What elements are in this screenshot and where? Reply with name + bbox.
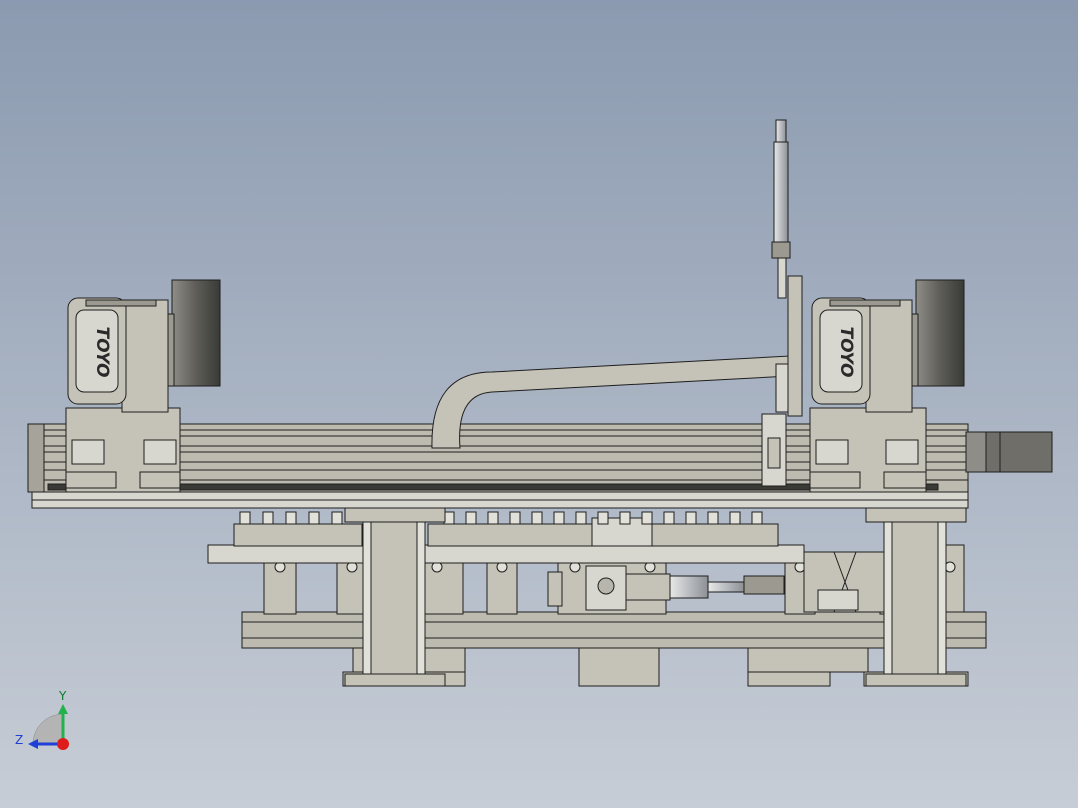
triad-x-axis-dot bbox=[57, 738, 69, 750]
fixture-post bbox=[707, 511, 719, 525]
assembly-drawing: TOYO TOYO Y Z bbox=[0, 0, 1078, 808]
cad-viewport[interactable]: TOYO TOYO Y Z bbox=[0, 0, 1078, 808]
fixture-post bbox=[331, 511, 343, 525]
fixture-post bbox=[729, 511, 741, 525]
fixture-post bbox=[663, 511, 675, 525]
index-table-plate bbox=[207, 517, 805, 564]
carriage-right bbox=[809, 407, 927, 493]
motor-logo-right: TOYO bbox=[836, 327, 856, 378]
fixture-post bbox=[597, 511, 609, 525]
fixture-post bbox=[262, 511, 274, 525]
fixture-post bbox=[308, 511, 320, 525]
triad-z-label: Z bbox=[15, 733, 23, 747]
fixture-post bbox=[285, 511, 297, 525]
fixture-post bbox=[531, 511, 543, 525]
fixture-post bbox=[553, 511, 565, 525]
fixture-post bbox=[685, 511, 697, 525]
fixture-post bbox=[751, 511, 763, 525]
fixture-post bbox=[239, 511, 251, 525]
carriage-left bbox=[65, 407, 181, 493]
fixture-post bbox=[487, 511, 499, 525]
triad-y-label: Y bbox=[58, 689, 67, 703]
fixture-post bbox=[641, 511, 653, 525]
motor-logo-left: TOYO bbox=[92, 327, 112, 378]
fixture-post bbox=[575, 511, 587, 525]
fixture-post bbox=[509, 511, 521, 525]
servo-motor-end bbox=[965, 431, 1053, 473]
top-base-plate bbox=[31, 491, 969, 509]
fixture-post bbox=[619, 511, 631, 525]
fixture-post bbox=[465, 511, 477, 525]
